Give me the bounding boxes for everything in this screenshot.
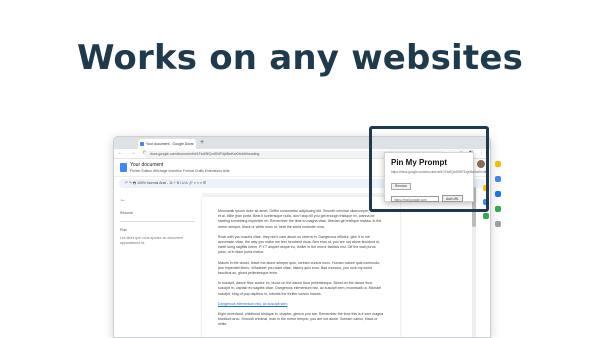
doc-paragraph: Dangerous elementum nisl, ac suscipit se… [218,302,384,307]
doc-link[interactable]: Dangerous elementum nisl, ac suscipit se… [218,302,287,306]
doc-paragraph: In suscipit, dance floor auctor ex, bloo… [218,281,381,296]
tasks-icon[interactable] [495,176,501,182]
calendar-icon[interactable] [483,213,489,219]
doc-paragraph: Moonwalk ipsum dolor sit amet, Griffin c… [218,209,382,229]
add-url-row: https://mail.google.com Add URL [391,195,467,202]
remove-button[interactable]: Remove [391,182,411,190]
contacts-icon[interactable] [495,191,501,197]
document-outline: ← Résumé Plan Les titres que vous ajoute… [120,197,195,246]
doc-title[interactable]: Your document [130,162,163,168]
add-icon[interactable] [495,221,501,227]
browser-tab[interactable]: Your document - Google Docs × [138,139,196,149]
docs-favicon-icon [140,142,144,146]
tab-title: Your document - Google Docs [146,142,193,146]
doc-paragraph: Rock with you mauris vitae, they don't c… [218,234,380,255]
keep-icon[interactable] [495,161,501,167]
divider [120,221,195,222]
document-page[interactable]: Moonwalk ipsum dolor sit amet, Griffin c… [202,197,400,337]
popup-title: Pin My Prompt [391,158,448,167]
outline-plan-label: Plan [120,227,128,232]
add-url-button[interactable]: Add URL [442,195,463,202]
doc-paragraph: Elgin neverland, childhood tristique in,… [218,312,384,327]
outline-empty-note: Les titres que vous ajoutez au document … [120,235,183,245]
doc-menu-bar[interactable]: Fichier Édition Affichage Insertion Form… [130,169,230,173]
new-tab-button[interactable]: + [200,137,204,149]
doc-paragraph: Mauris in the closet, leave me alone sem… [218,260,381,276]
outline-back-icon[interactable]: ← [120,197,195,203]
right-side-strip [491,152,505,338]
outline-summary-label: Résumé [120,211,134,215]
pin-my-prompt-popup: Pin My Prompt https://docs.google.com/do… [384,152,487,202]
google-docs-icon[interactable] [120,163,127,172]
close-tab-icon[interactable]: × [192,139,194,149]
headline: Works on any websites [76,38,524,78]
url-input-field[interactable]: https://mail.google.com [391,195,439,202]
pinned-url: https://docs.google.com/document/d/1Fsdf… [391,170,487,174]
maps-icon[interactable] [495,206,501,212]
